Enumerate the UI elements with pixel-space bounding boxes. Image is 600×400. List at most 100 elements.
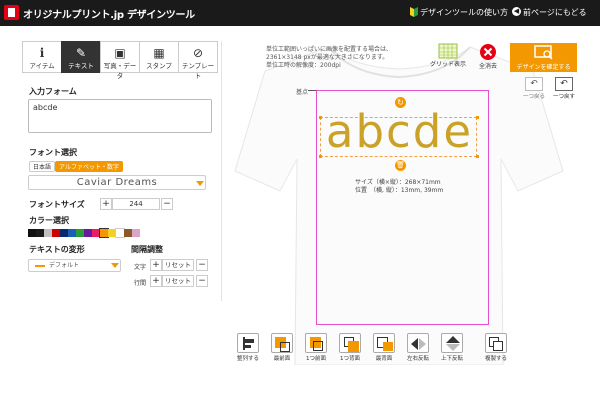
char-spacing-label: 文字	[134, 264, 147, 271]
transform-value: デフォルト	[49, 262, 80, 269]
origin-label: 基点	[296, 89, 309, 96]
color-swatch[interactable]	[44, 229, 52, 237]
line-spacing-label: 行間	[134, 280, 147, 287]
undo-label: 一つ戻る	[522, 94, 545, 100]
grid-toggle-button[interactable]: グリッド表示	[430, 43, 466, 72]
font-select-label: フォント選択	[29, 148, 77, 157]
color-swatch[interactable]	[28, 229, 36, 237]
monitor-search-icon	[533, 45, 553, 60]
color-swatch[interactable]	[115, 228, 125, 238]
send-backward-icon	[339, 333, 361, 353]
bring-forward-icon	[305, 333, 327, 353]
flip-vertical-button[interactable]: 上下反転	[436, 331, 468, 365]
tool-label: 1つ前面	[306, 356, 326, 362]
resolution-note: 単位工範囲いっぱいに画像を配置する場合は、 2361×3148 pxが最適な大き…	[266, 46, 393, 69]
color-swatch[interactable]	[99, 228, 109, 238]
back-link[interactable]: 前ページにもどる	[523, 7, 587, 18]
tab-label: 写真・データ	[103, 62, 137, 80]
font-tab-alphabet[interactable]: アルファベット・数字	[55, 161, 123, 172]
color-swatch[interactable]	[68, 229, 76, 237]
color-swatch[interactable]	[132, 229, 140, 237]
color-swatch[interactable]	[60, 229, 68, 237]
tab-template[interactable]: ⊘ テンプレート	[178, 41, 218, 80]
tab-label: テンプレート	[181, 62, 215, 80]
delete-all-button[interactable]: 全消去	[470, 43, 506, 72]
input-form-label: 入力フォーム	[29, 87, 77, 96]
pen-icon: ✎	[75, 46, 87, 60]
color-select-label: カラー選択	[29, 216, 69, 225]
send-backward-button[interactable]: 1つ背面	[334, 331, 366, 365]
tab-item[interactable]: i アイテム	[22, 41, 62, 73]
char-spacing-reset-button[interactable]: リセット	[162, 259, 194, 271]
trash-icon[interactable]: 🗑	[395, 160, 406, 171]
tool-label: 左右反転	[406, 356, 429, 362]
redo-button[interactable]: ↶ 一つ戻す	[551, 77, 577, 101]
tab-label: アイテム	[29, 62, 55, 70]
bring-front-icon	[271, 333, 293, 353]
tab-stamp[interactable]: ▦ スタンプ	[139, 41, 179, 73]
tab-text[interactable]: ✎ テキスト	[61, 41, 101, 73]
font-select[interactable]: Caviar Dreams	[28, 175, 206, 190]
arrange-toolbar: 整列する 最前面 1つ前面 1つ背面 最背面 左右反転 上下反転 複製する	[232, 331, 518, 365]
tool-label: 1つ背面	[340, 356, 360, 362]
top-bar: オリジナルプリント.jp デザインツール デザインツールの使い方 ◀ 前ページに…	[0, 0, 600, 26]
flip-horizontal-button[interactable]: 左右反転	[402, 331, 434, 365]
align-button[interactable]: 整列する	[232, 331, 264, 365]
bring-forward-button[interactable]: 1つ前面	[300, 331, 332, 365]
flip-vertical-icon	[441, 333, 463, 353]
tab-label: テキスト	[68, 62, 94, 70]
color-swatch[interactable]	[36, 229, 44, 237]
color-swatch[interactable]	[52, 229, 60, 237]
grid-label: グリッド表示	[430, 61, 467, 68]
transform-select[interactable]: デフォルト	[28, 259, 121, 272]
color-swatch[interactable]	[108, 229, 116, 237]
color-swatches	[28, 228, 140, 238]
char-spacing-decrease-button[interactable]: −	[196, 259, 208, 271]
send-to-back-button[interactable]: 最背面	[368, 331, 400, 365]
info-icon: i	[39, 46, 45, 60]
redo-icon: ↶	[555, 77, 573, 91]
brand-title: オリジナルプリント.jp デザインツール	[23, 10, 195, 21]
redo-label: 一つ戻す	[552, 94, 575, 100]
font-tab-japanese[interactable]: 日本語	[29, 161, 56, 172]
line-spacing-increase-button[interactable]: +	[150, 275, 162, 287]
undo-button[interactable]: ↶ 一つ戻る	[521, 77, 547, 101]
tool-label: 最背面	[375, 356, 393, 362]
confirm-design-button[interactable]: デザインを確定する	[510, 43, 577, 72]
duplicate-button[interactable]: 複製する	[476, 331, 516, 365]
size-increase-button[interactable]: +	[100, 198, 112, 210]
color-swatch[interactable]	[124, 229, 132, 237]
size-decrease-button[interactable]: −	[161, 198, 173, 210]
design-text[interactable]: abcde	[321, 107, 478, 157]
flip-horizontal-icon	[407, 333, 429, 353]
grid-icon	[438, 43, 458, 59]
color-swatch[interactable]	[84, 229, 92, 237]
tool-tabs: i アイテム ✎ テキスト ▣ 写真・データ ▦ スタンプ ⊘ テンプレート	[22, 41, 222, 80]
color-swatch[interactable]	[92, 229, 100, 237]
howto-link[interactable]: デザインツールの使い方	[420, 7, 508, 18]
transform-line-icon	[35, 265, 45, 267]
origin-marker	[308, 90, 316, 91]
color-swatch[interactable]	[76, 229, 84, 237]
font-size-value[interactable]: 244	[112, 198, 160, 210]
text-transform-label: テキストの変形	[29, 245, 85, 254]
beginner-mark-icon	[410, 7, 418, 17]
align-icon	[237, 333, 259, 353]
delete-icon	[480, 44, 496, 60]
duplicate-icon	[485, 333, 507, 353]
stamp-icon: ▦	[153, 46, 165, 60]
send-back-icon	[373, 333, 395, 353]
logo-icon	[4, 5, 19, 20]
bring-to-front-button[interactable]: 最前面	[266, 331, 298, 365]
chevron-down-icon	[196, 181, 204, 186]
tab-photo[interactable]: ▣ 写真・データ	[100, 41, 140, 80]
tool-label: 整列する	[236, 356, 259, 362]
text-input[interactable]: abcde	[28, 99, 212, 133]
image-icon: ▣	[114, 46, 126, 60]
line-spacing-decrease-button[interactable]: −	[196, 275, 208, 287]
tool-label: 上下反転	[440, 356, 463, 362]
line-spacing-reset-button[interactable]: リセット	[162, 275, 194, 287]
chevron-down-icon	[111, 263, 119, 268]
back-arrow-icon: ◀	[512, 7, 521, 16]
char-spacing-increase-button[interactable]: +	[150, 259, 162, 271]
